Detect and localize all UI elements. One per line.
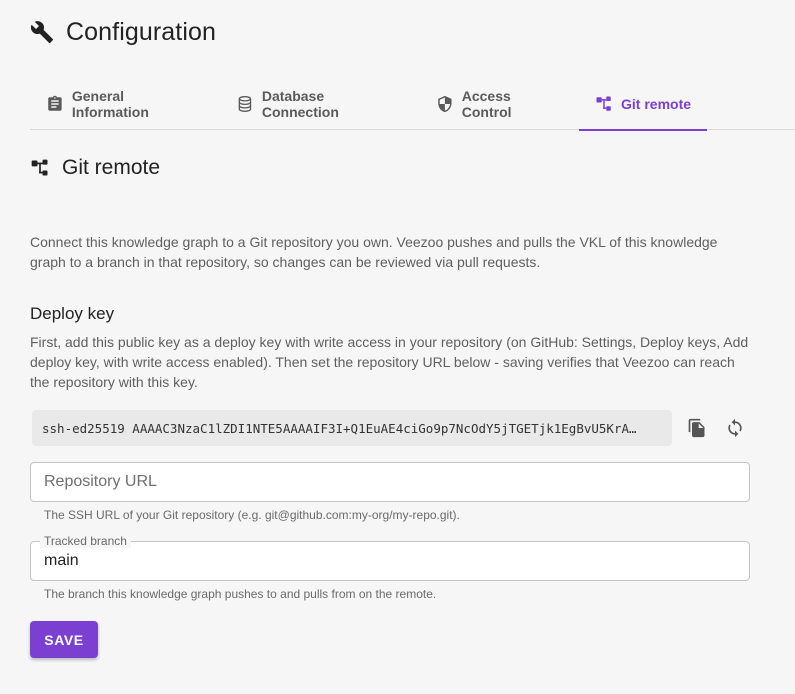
- database-icon: [238, 96, 252, 112]
- repository-url-helper: The SSH URL of your Git repository (e.g.…: [44, 508, 460, 522]
- deploy-key-text: ssh-ed25519 AAAAC3NzaC1lZDI1NTE5AAAAIF3I…: [42, 420, 637, 436]
- tracked-branch-input[interactable]: [31, 542, 749, 580]
- deploy-key-description: First, add this public key as a deploy k…: [30, 334, 749, 390]
- page-title: Configuration: [66, 17, 217, 46]
- config-tabs: General Information Database Connection …: [30, 78, 795, 131]
- section-heading: Git remote: [30, 156, 160, 180]
- shield-icon: [438, 95, 452, 113]
- deploy-key-value[interactable]: ssh-ed25519 AAAAC3NzaC1lZDI1NTE5AAAAIF3I…: [32, 410, 672, 446]
- refresh-icon: [728, 418, 742, 438]
- page-header: Configuration: [30, 14, 216, 50]
- repository-url-field: [30, 462, 750, 502]
- tracked-branch-field: Tracked branch: [30, 534, 750, 581]
- git-branch-icon: [31, 159, 48, 176]
- regenerate-key-button[interactable]: [716, 409, 754, 447]
- tracked-branch-helper: The branch this knowledge graph pushes t…: [44, 587, 437, 601]
- tracked-branch-label: Tracked branch: [40, 534, 131, 548]
- deploy-key-title: Deploy key: [30, 304, 115, 323]
- tab-general-information[interactable]: General Information: [30, 78, 220, 130]
- section-title: Git remote: [62, 156, 161, 179]
- section-description: Connect this knowledge graph to a Git re…: [30, 234, 718, 270]
- copy-key-button[interactable]: [678, 409, 716, 447]
- deploy-key-row: ssh-ed25519 AAAAC3NzaC1lZDI1NTE5AAAAIF3I…: [32, 409, 754, 447]
- tab-label: General Information: [71, 88, 149, 120]
- repository-url-input[interactable]: [31, 463, 749, 501]
- copy-icon: [688, 418, 705, 438]
- tab-git-remote[interactable]: Git remote: [579, 78, 707, 131]
- tab-access-control[interactable]: Access Control: [420, 78, 579, 130]
- wrench-icon: [30, 21, 53, 43]
- save-button[interactable]: SAVE: [30, 621, 98, 658]
- tab-database-connection[interactable]: Database Connection: [220, 78, 420, 130]
- clipboard-icon: [48, 95, 62, 111]
- tab-label: Git remote: [621, 96, 692, 112]
- tab-label: Access Control: [461, 88, 512, 120]
- git-branch-icon: [596, 96, 611, 111]
- tab-label: Database Connection: [261, 88, 339, 120]
